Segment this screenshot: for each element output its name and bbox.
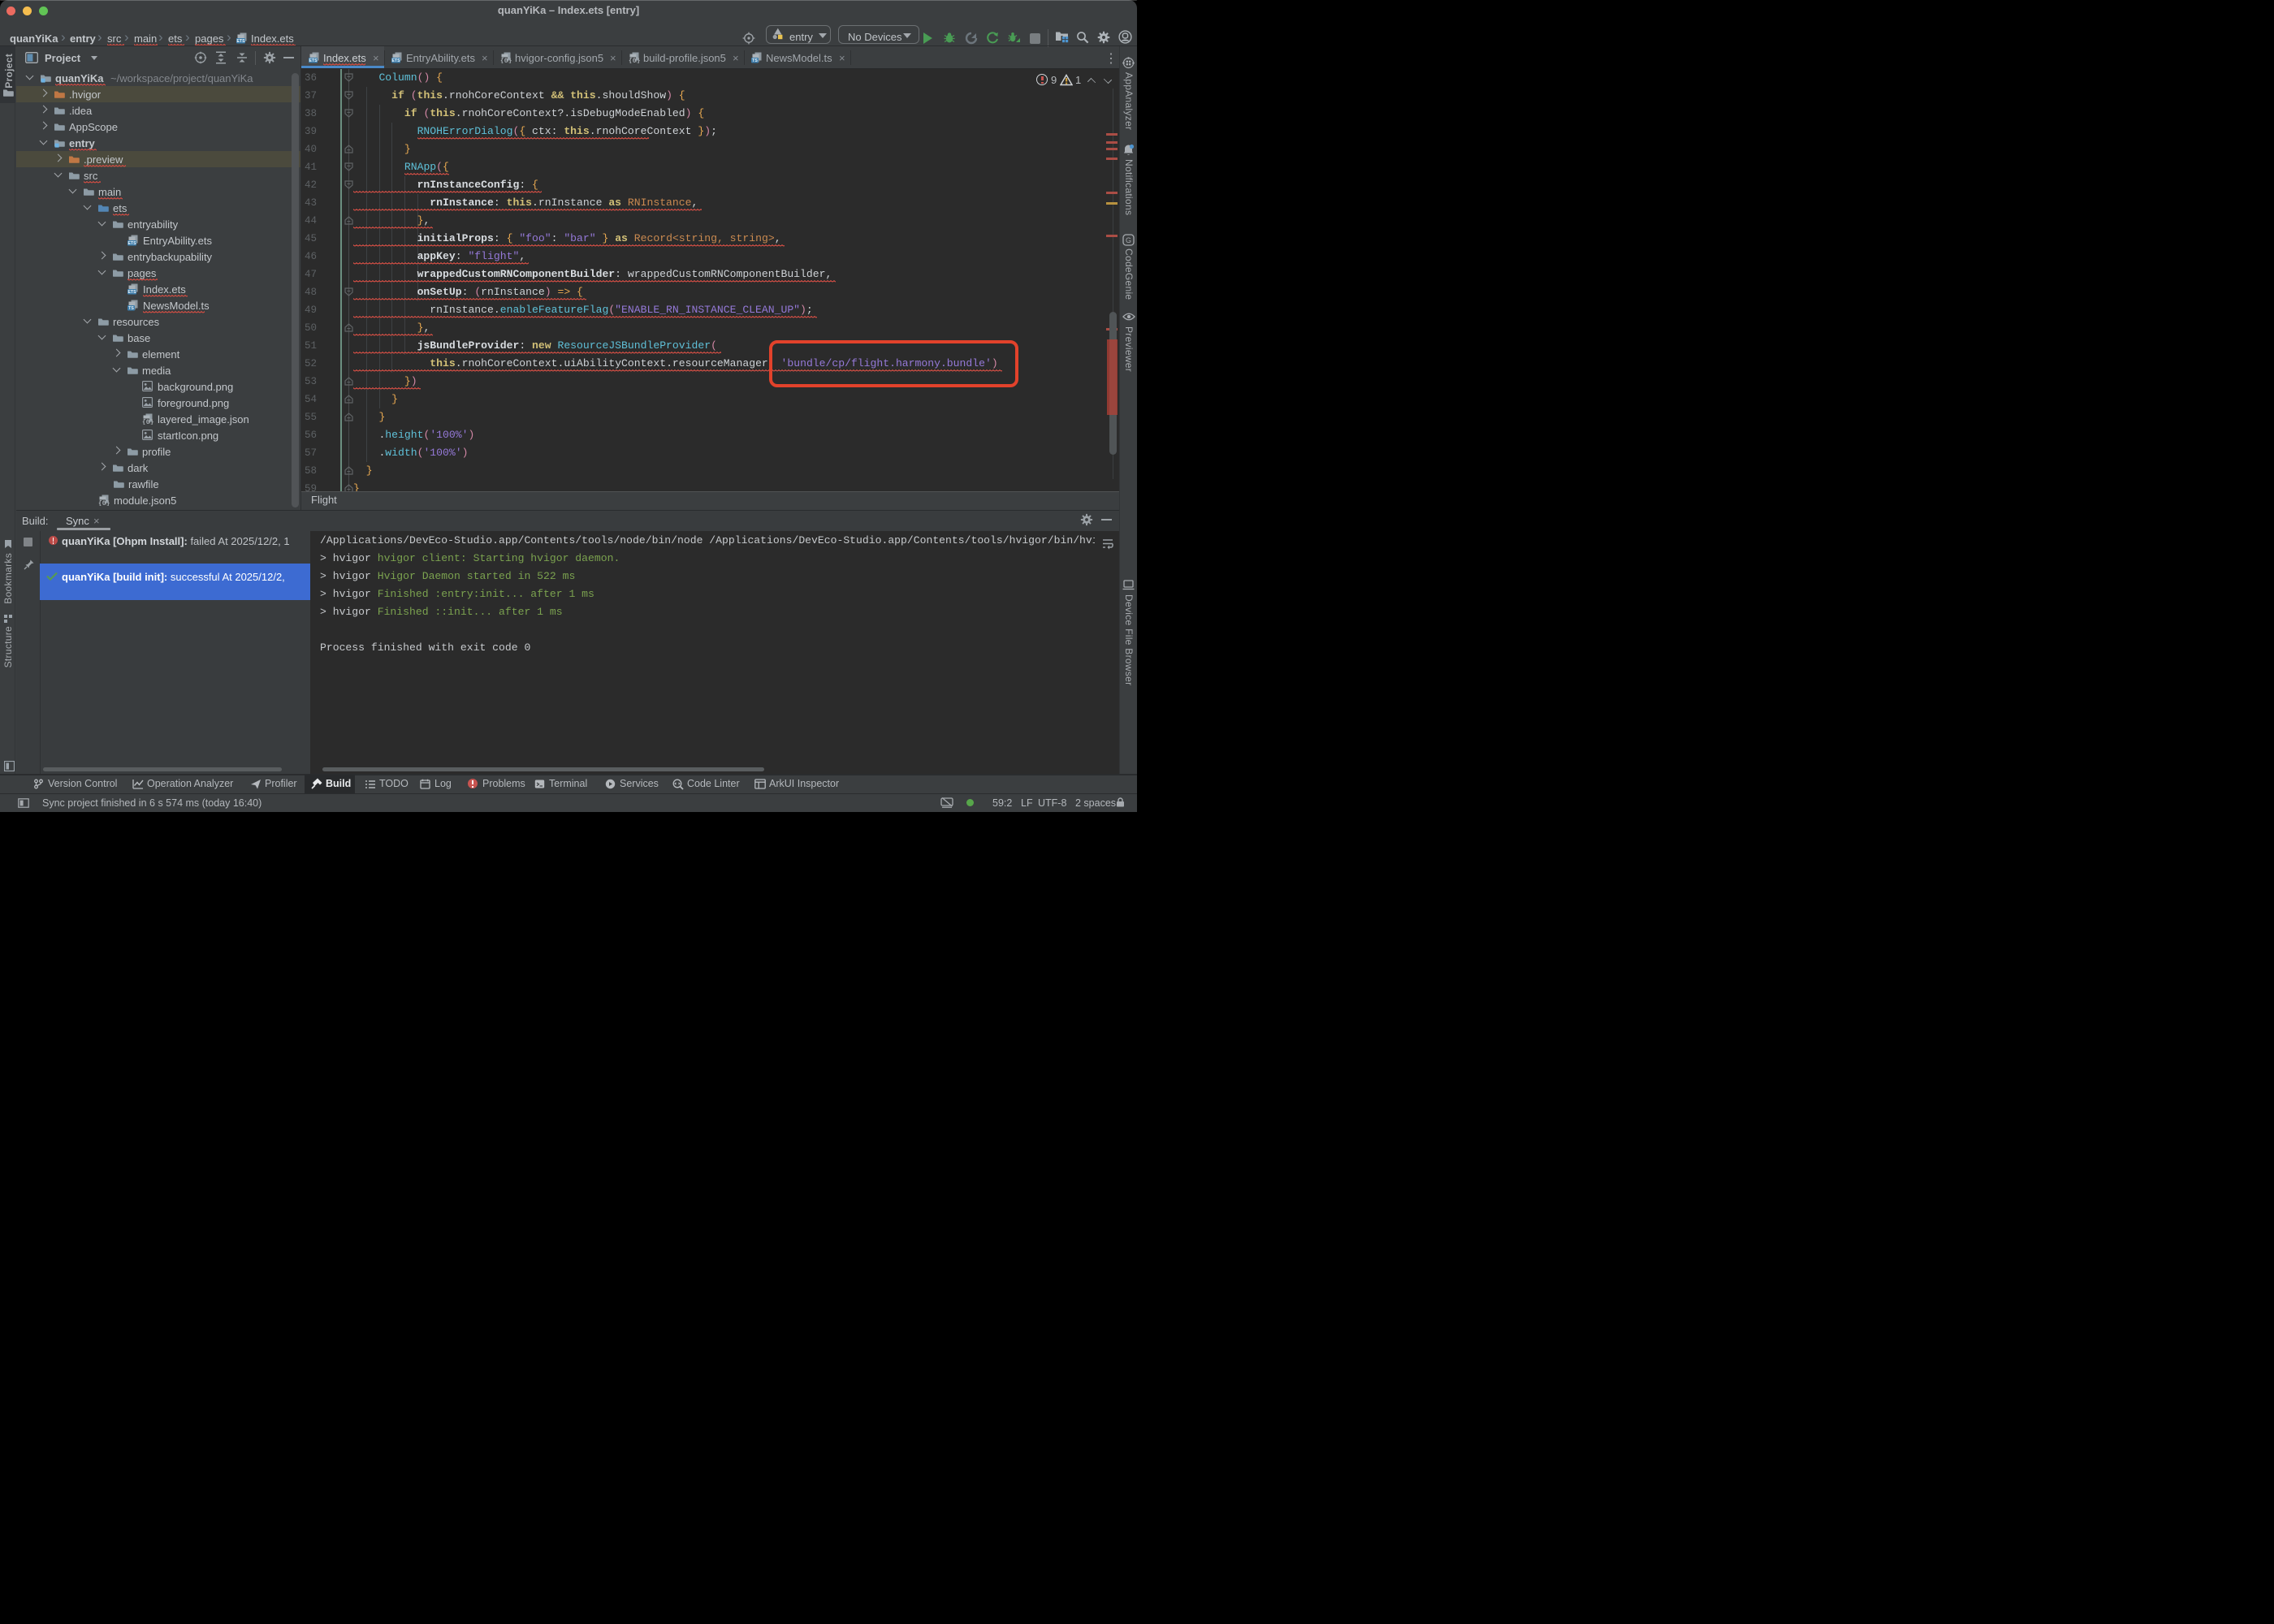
svg-text:ETS: ETS <box>391 58 400 63</box>
svg-text:{0}: {0} <box>142 419 153 425</box>
svg-text:{0}: {0} <box>98 500 110 506</box>
svg-text:ETS: ETS <box>128 241 136 246</box>
svg-text:TS: TS <box>752 58 758 63</box>
svg-text:{0}: {0} <box>629 58 640 63</box>
svg-text:G: G <box>1126 236 1131 244</box>
svg-text:{0}: {0} <box>500 58 512 63</box>
svg-text:ETS: ETS <box>128 290 136 295</box>
svg-text:ETS: ETS <box>236 39 245 44</box>
svg-text:TS: TS <box>128 306 134 311</box>
svg-text:ETS: ETS <box>309 58 318 63</box>
